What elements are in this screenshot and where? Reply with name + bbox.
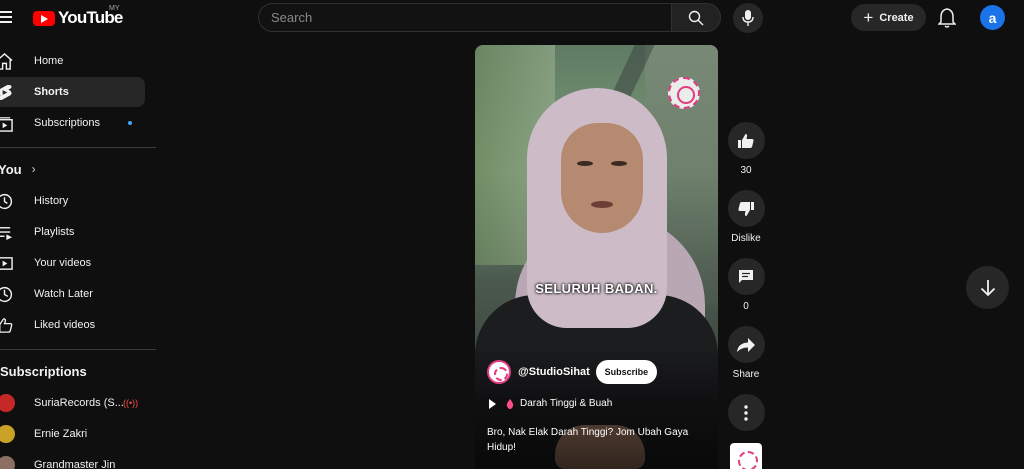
more-options-button[interactable]: [727, 394, 765, 431]
sidebar: Home Shorts Subscriptions You › History: [0, 46, 156, 469]
channel-handle[interactable]: @StudioSihat: [518, 366, 590, 378]
search-placeholder: Search: [271, 10, 313, 25]
blood-drop-icon: [506, 398, 514, 409]
create-button[interactable]: + Create: [851, 4, 926, 31]
liked-videos-icon: [0, 318, 13, 333]
video-subject-face: [561, 123, 643, 233]
channel-avatar: [0, 394, 15, 412]
like-count: 30: [740, 165, 752, 176]
sidebar-item-your-videos[interactable]: Your videos: [0, 248, 145, 278]
subscriptions-section-heading: Subscriptions: [0, 363, 87, 379]
video-subject-eye: [577, 161, 593, 166]
share-label: Share: [732, 369, 760, 380]
playlists-icon: [0, 227, 13, 241]
like-button[interactable]: [727, 122, 765, 159]
bell-icon: [937, 8, 957, 28]
channel-row: @StudioSihat Subscribe: [487, 360, 657, 384]
comments-button[interactable]: [727, 258, 765, 295]
share-action: Share: [727, 326, 765, 394]
studio-sihat-watermark-logo: [668, 77, 700, 109]
youtube-play-icon: [33, 10, 55, 26]
shorts-video-player[interactable]: SELURUH BADAN. @StudioSihat Subscribe Da…: [475, 45, 718, 469]
history-icon: [0, 193, 13, 210]
live-broadcast-icon: ((•)): [123, 398, 139, 408]
search-button[interactable]: [671, 3, 721, 32]
comment-action: 0: [727, 258, 765, 326]
sound-link[interactable]: Darah Tinggi & Buah: [489, 398, 612, 409]
search-input[interactable]: Search: [258, 3, 671, 32]
search-icon: [688, 10, 704, 25]
channel-avatar[interactable]: [487, 360, 511, 384]
account-avatar[interactable]: a: [980, 5, 1005, 30]
video-subject-mouth: [591, 201, 613, 208]
sidebar-divider: [0, 349, 156, 350]
sidebar-item-history[interactable]: History: [0, 186, 145, 216]
subscribe-button[interactable]: Subscribe: [595, 360, 657, 384]
your-videos-icon: [0, 257, 13, 270]
video-caption: SELURUH BADAN.: [535, 281, 658, 296]
more-action: [727, 394, 765, 446]
voice-search-button[interactable]: [733, 3, 763, 33]
share-button[interactable]: [727, 326, 765, 363]
sidebar-item-watch-later[interactable]: Watch Later: [0, 279, 145, 309]
subscription-item-ernie-zakri[interactable]: Ernie Zakri: [0, 419, 145, 450]
country-code: MY: [109, 5, 120, 12]
top-bar: YouTube MY Search + Create a: [0, 0, 1024, 36]
sound-thumbnail[interactable]: [730, 443, 762, 469]
channel-avatar: [0, 456, 15, 469]
shorts-icon: [0, 84, 12, 101]
video-subject-eye: [611, 161, 627, 166]
more-vertical-icon: [744, 404, 748, 421]
shorts-action-bar: 30 Dislike 0 Share: [727, 122, 765, 446]
hamburger-menu-icon[interactable]: [0, 11, 12, 25]
youtube-logo[interactable]: YouTube MY: [33, 5, 123, 28]
next-short-button[interactable]: [966, 266, 1009, 309]
sidebar-divider: [0, 147, 156, 148]
thumbs-down-icon: [738, 201, 754, 216]
thumbs-up-icon: [738, 133, 754, 148]
home-icon: [0, 53, 13, 70]
short-title[interactable]: Bro, Nak Elak Darah Tinggi? Jom Ubah Gay…: [487, 425, 709, 455]
new-content-dot: [128, 121, 132, 125]
watch-later-icon: [0, 286, 13, 303]
you-section-heading[interactable]: You ›: [0, 158, 156, 180]
notifications-button[interactable]: [937, 8, 958, 28]
sidebar-item-shorts[interactable]: Shorts: [0, 77, 145, 107]
plus-icon: +: [863, 8, 874, 27]
microphone-icon: [742, 10, 754, 26]
comment-icon: [739, 269, 753, 283]
like-action: 30: [727, 122, 765, 190]
dislike-label: Dislike: [731, 233, 761, 244]
comment-count: 0: [743, 301, 749, 312]
play-icon: [489, 398, 496, 409]
arrow-down-icon: [980, 279, 995, 296]
sidebar-item-playlists[interactable]: Playlists: [0, 217, 145, 247]
share-arrow-icon: [737, 337, 755, 352]
dislike-button[interactable]: [727, 190, 765, 227]
chevron-right-icon: ›: [31, 162, 36, 176]
channel-avatar: [0, 425, 15, 443]
sidebar-item-liked-videos[interactable]: Liked videos: [0, 310, 145, 340]
subscription-item-suriarecords[interactable]: SuriaRecords (S... ((•)): [0, 388, 145, 419]
sidebar-item-home[interactable]: Home: [0, 46, 145, 76]
sidebar-item-subscriptions[interactable]: Subscriptions: [0, 108, 145, 138]
dislike-action: Dislike: [727, 190, 765, 258]
subscriptions-icon: [0, 117, 13, 132]
subscription-item-grandmaster-jin[interactable]: Grandmaster Jin: [0, 450, 145, 469]
